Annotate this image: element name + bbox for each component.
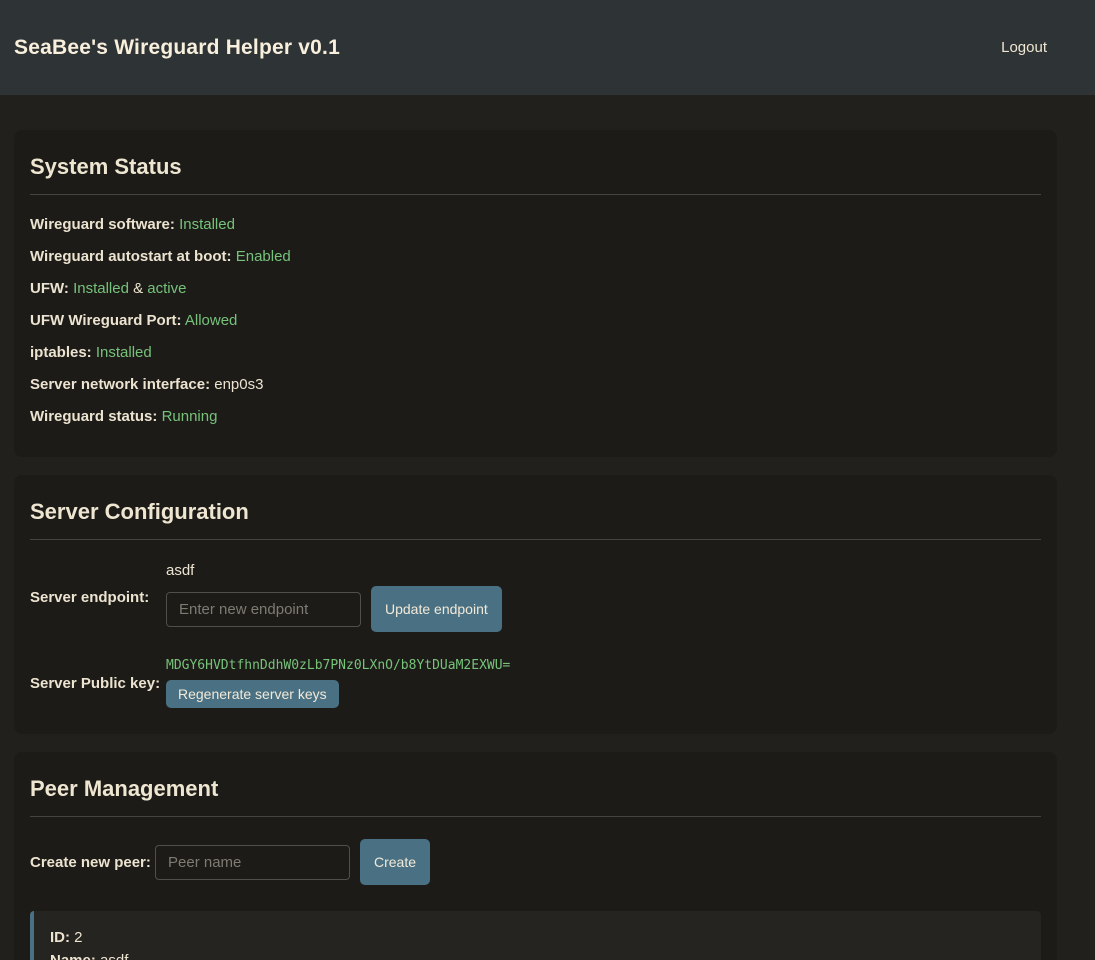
status-label: iptables:	[30, 344, 92, 361]
status-value: Installed	[179, 216, 235, 233]
peer-management-card: Peer Management Create new peer: Create …	[14, 752, 1057, 960]
peer-id-label: ID:	[50, 929, 70, 946]
peer-id-line: ID: 2	[50, 929, 1025, 947]
peer-name-value: asdf	[100, 952, 128, 960]
status-label: Wireguard software:	[30, 216, 175, 233]
server-endpoint-controls: asdf Update endpoint	[166, 562, 502, 632]
status-value: Enabled	[236, 248, 291, 265]
peer-management-heading: Peer Management	[30, 776, 1041, 802]
endpoint-input[interactable]	[166, 592, 361, 627]
peer-name-line: Name: asdf	[50, 952, 1025, 960]
server-configuration-heading: Server Configuration	[30, 499, 1041, 525]
server-public-key-row: Server Public key: MDGY6HVDtfhnDdhW0zLb7…	[30, 658, 1041, 708]
status-label: UFW Wireguard Port:	[30, 312, 182, 329]
status-wireguard-autostart: Wireguard autostart at boot: Enabled	[30, 249, 1041, 265]
status-label: UFW:	[30, 280, 69, 297]
peer-item: ID: 2 Name: asdf Public Key: ckyOHj5Bk87…	[30, 911, 1041, 960]
create-peer-input-group: Create	[155, 839, 430, 885]
system-status-card: System Status Wireguard software: Instal…	[14, 130, 1057, 457]
status-label: Server network interface:	[30, 376, 210, 393]
status-value: Running	[162, 408, 218, 425]
status-separator: &	[129, 280, 147, 297]
create-peer-button[interactable]: Create	[360, 839, 430, 885]
viewport: SeaBee's Wireguard Helper v0.1 Logout Sy…	[0, 0, 1095, 960]
regenerate-server-keys-button[interactable]: Regenerate server keys	[166, 680, 339, 708]
peer-name-label: Name:	[50, 952, 96, 960]
server-endpoint-current-value: asdf	[166, 562, 502, 579]
server-endpoint-row: Server endpoint: asdf Update endpoint	[30, 562, 1041, 632]
server-public-key-value: MDGY6HVDtfhnDdhW0zLb7PNz0LXnO/b8YtDUaM2E…	[166, 658, 510, 673]
status-ufw-port: UFW Wireguard Port: Allowed	[30, 313, 1041, 329]
status-wireguard-software: Wireguard software: Installed	[30, 217, 1041, 233]
status-network-interface: Server network interface: enp0s3	[30, 377, 1041, 393]
server-configuration-card: Server Configuration Server endpoint: as…	[14, 475, 1057, 734]
status-label: Wireguard status:	[30, 408, 157, 425]
divider	[30, 194, 1041, 195]
status-ufw: UFW: Installed & active	[30, 281, 1041, 297]
status-wireguard-status: Wireguard status: Running	[30, 409, 1041, 425]
create-peer-row: Create new peer: Create	[30, 839, 1041, 885]
main-content: System Status Wireguard software: Instal…	[0, 95, 1095, 960]
server-public-key-controls: MDGY6HVDtfhnDdhW0zLb7PNz0LXnO/b8YtDUaM2E…	[166, 658, 510, 708]
status-value: Installed	[96, 344, 152, 361]
divider	[30, 816, 1041, 817]
update-endpoint-button[interactable]: Update endpoint	[371, 586, 502, 632]
server-endpoint-label: Server endpoint:	[30, 589, 166, 606]
app-header: SeaBee's Wireguard Helper v0.1 Logout	[0, 0, 1095, 95]
create-peer-label: Create new peer:	[30, 854, 155, 871]
peer-name-input[interactable]	[155, 845, 350, 880]
divider	[30, 539, 1041, 540]
status-value: Allowed	[185, 312, 238, 329]
server-public-key-label: Server Public key:	[30, 675, 166, 692]
system-status-heading: System Status	[30, 154, 1041, 180]
status-iptables: iptables: Installed	[30, 345, 1041, 361]
status-value: enp0s3	[214, 376, 263, 393]
status-value: active	[147, 280, 186, 297]
status-value: Installed	[73, 280, 129, 297]
logout-link[interactable]: Logout	[1001, 39, 1047, 56]
peer-id-value: 2	[74, 929, 82, 946]
endpoint-input-group: Update endpoint	[166, 586, 502, 632]
status-label: Wireguard autostart at boot:	[30, 248, 232, 265]
app-title: SeaBee's Wireguard Helper v0.1	[14, 36, 340, 60]
